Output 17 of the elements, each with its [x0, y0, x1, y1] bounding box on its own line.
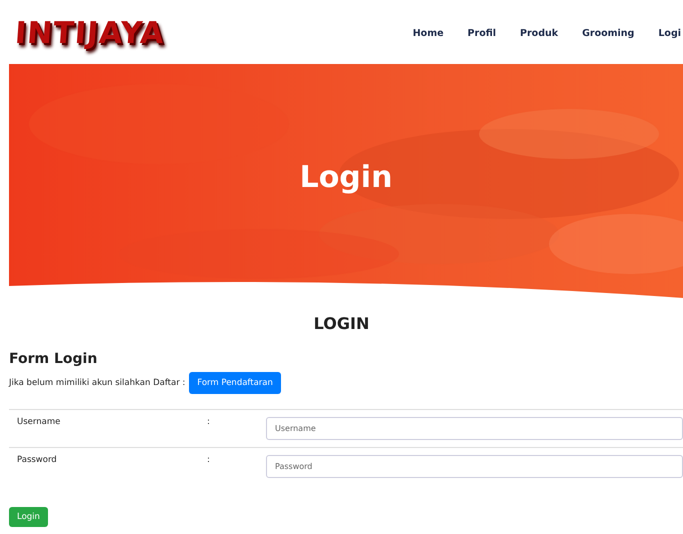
register-button[interactable]: Form Pendaftaran	[189, 372, 281, 394]
separator: :	[207, 417, 211, 429]
nav-link[interactable]: Produk	[520, 28, 558, 38]
nav-link[interactable]: Logi	[658, 28, 681, 38]
input-field[interactable]: Password	[266, 455, 683, 478]
nav-link[interactable]: Profil	[468, 28, 496, 38]
section-title: LOGIN	[312, 314, 370, 333]
input-field[interactable]: Username	[266, 417, 683, 440]
register-note: Jika belum mimiliki akun silahkan Daftar :	[9, 378, 186, 388]
nav-link[interactable]: Grooming	[582, 28, 634, 38]
logo[interactable]: INTIJAYA	[14, 16, 166, 50]
field-label: Username	[17, 417, 62, 429]
nav-link[interactable]: Home	[412, 28, 444, 38]
field-label: Password	[17, 455, 58, 467]
hero-title: Login	[300, 160, 392, 195]
form-title: Form Login	[9, 351, 98, 367]
separator: :	[207, 455, 211, 467]
